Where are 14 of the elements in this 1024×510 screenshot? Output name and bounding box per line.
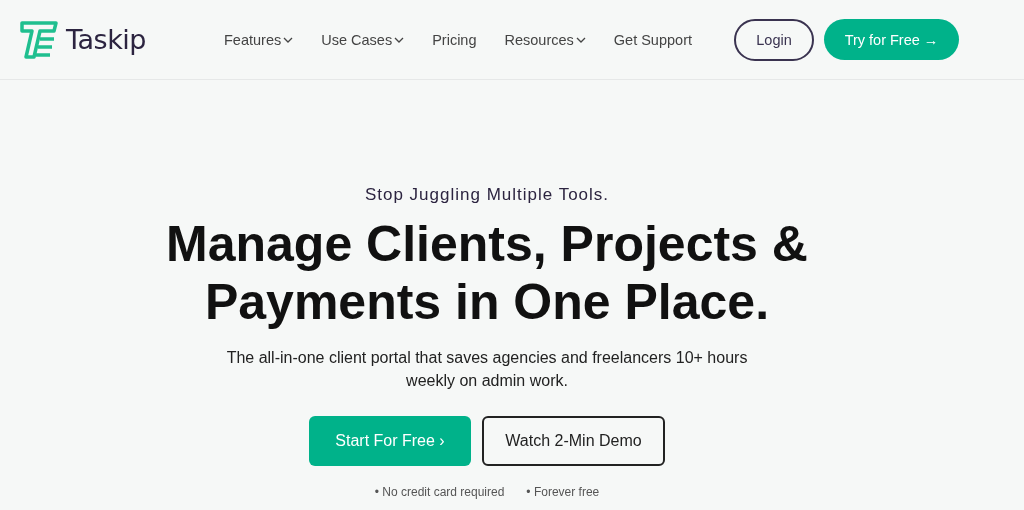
nav-link[interactable]: Pricing (432, 31, 477, 48)
eyebrow-text: Stop Juggling Multiple Tools. (364, 185, 610, 205)
logo-text[interactable]: Taskip (66, 24, 146, 55)
headline: Manage Clients, Projects & Payments in One Place. (165, 215, 809, 331)
nav-link[interactable]: Resources (504, 31, 586, 48)
login-button[interactable]: Login (734, 18, 814, 61)
nav-link[interactable]: Features (224, 31, 294, 48)
nav-link[interactable]: Get Support (613, 31, 692, 48)
note-text: • Forever free (526, 485, 600, 499)
note-text: • No credit card required (374, 485, 505, 499)
logo-icon (18, 18, 60, 61)
nav-link[interactable]: Use Cases (321, 31, 405, 48)
subtitle: The all-in-one client portal that saves agencies and freelancers 10+ hours weekly on admin work. (225, 348, 749, 391)
watch-demo-button[interactable]: Watch 2-Min Demo (482, 416, 665, 466)
